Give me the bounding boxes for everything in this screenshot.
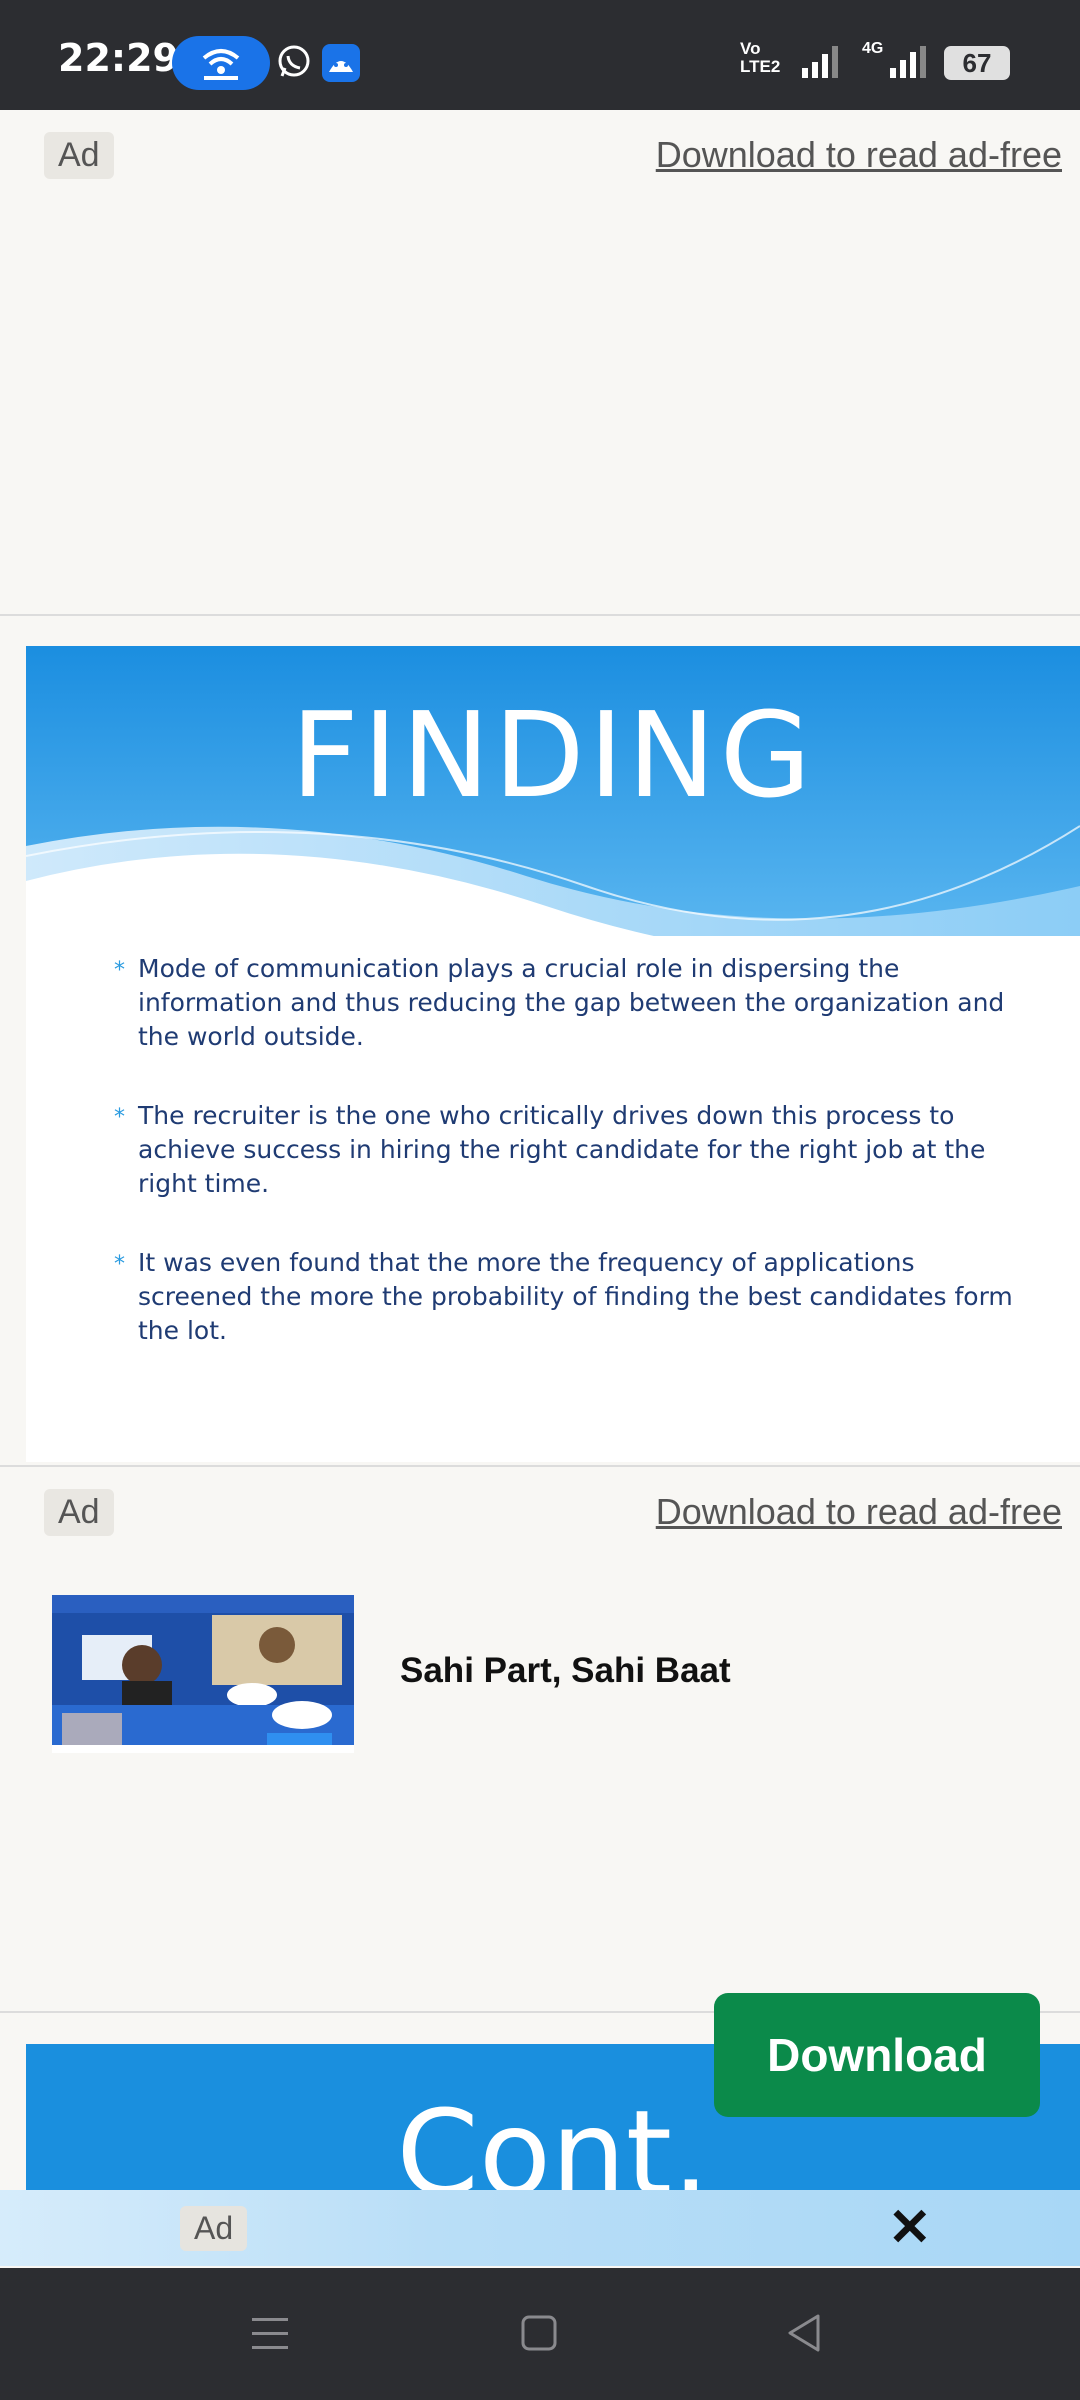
lte-label: LTE2 — [740, 57, 781, 76]
ad-badge: Ad — [180, 2206, 248, 2251]
home-icon[interactable] — [520, 2314, 558, 2352]
download-ad-free-link[interactable]: Download to read ad-free — [656, 1491, 1062, 1533]
hotspot-icon — [172, 36, 270, 90]
status-bar: 22:29 Vo LTE2 4G 67 — [0, 0, 1080, 110]
bottom-ad-banner[interactable]: Ad ✕ — [0, 2190, 1080, 2266]
ad-badge: Ad — [44, 1489, 114, 1536]
signal-icon — [878, 44, 928, 85]
navigation-bar — [0, 2268, 1080, 2400]
ad-image[interactable] — [52, 1595, 354, 1753]
download-button[interactable]: Download — [714, 1993, 1040, 2117]
volte-label: Vo — [740, 39, 761, 58]
clock: 22:29 — [58, 36, 179, 80]
ad-slot-mid[interactable]: Ad Download to read ad-free Sahi Part, S… — [0, 1465, 1080, 2013]
ad-headline[interactable]: Sahi Part, Sahi Baat — [400, 1651, 731, 1691]
bullet-item: It was even found that the more the freq… — [114, 1246, 1034, 1348]
menu-icon[interactable] — [250, 2316, 290, 2352]
bullet-item: Mode of communication plays a crucial ro… — [114, 952, 1034, 1054]
volte-indicator: Vo LTE2 — [740, 40, 780, 76]
signal-icon — [800, 44, 840, 85]
bullet-item: The recruiter is the one who critically … — [114, 1099, 1034, 1201]
back-icon[interactable] — [784, 2312, 824, 2354]
bullet-list: Mode of communication plays a crucial ro… — [114, 952, 1034, 1393]
android-icon — [322, 44, 360, 82]
download-ad-free-link[interactable]: Download to read ad-free — [656, 134, 1062, 176]
ad-badge: Ad — [44, 132, 114, 179]
close-icon[interactable]: ✕ — [888, 2202, 932, 2254]
ad-slot-top[interactable]: Ad Download to read ad-free — [0, 110, 1080, 616]
slide-finding: FINDING Mode of communication plays a cr… — [26, 646, 1080, 1462]
battery-icon: 67 — [944, 46, 1010, 80]
whatsapp-icon — [276, 44, 312, 85]
slide-title: FINDING — [290, 686, 816, 824]
